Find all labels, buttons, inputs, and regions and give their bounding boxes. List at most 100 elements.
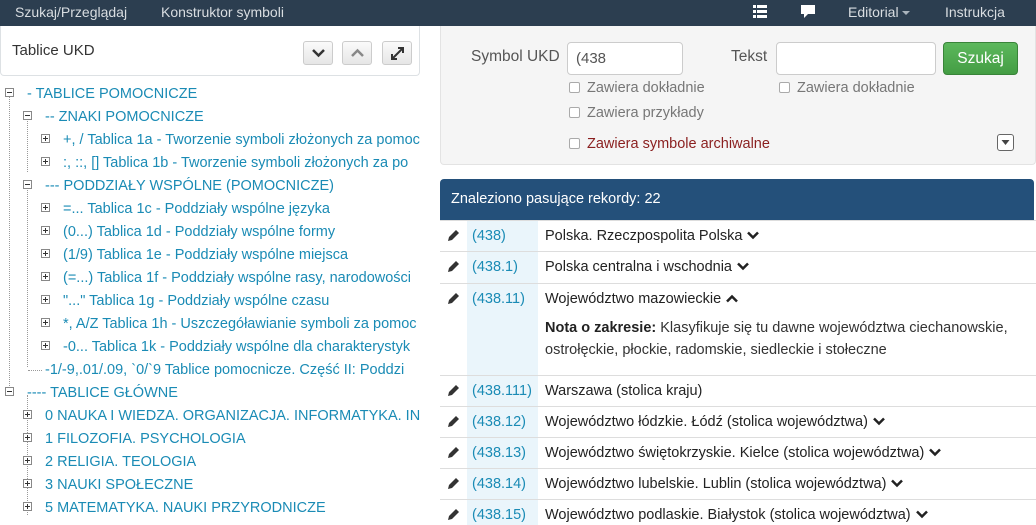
tree-toggle[interactable] [5, 387, 14, 396]
result-row[interactable]: (438.14) Województwo lubelskie. Lublin (… [440, 468, 1036, 499]
tree-node[interactable]: 5 MATEMATYKA. NAUKI PRZYRODNICZE [45, 498, 326, 518]
tree-toggle[interactable] [41, 226, 50, 235]
result-symbol[interactable]: (438.13) [472, 445, 526, 461]
checkbox-box[interactable] [569, 138, 580, 149]
exact-symbol-checkbox[interactable]: Zawiera dokładnie [569, 80, 705, 96]
tree-toggle[interactable] [41, 203, 50, 212]
nav-editorial-label: Editorial [848, 4, 899, 20]
tree-toggle[interactable] [5, 88, 14, 97]
pencil-icon[interactable] [447, 260, 460, 273]
result-row[interactable]: (438.1) Polska centralna i wschodnia [440, 251, 1036, 283]
chevron-down-icon[interactable] [891, 479, 904, 488]
chevron-down-icon[interactable] [747, 231, 760, 240]
tree-node[interactable]: ---- TABLICE GŁÓWNE [27, 383, 178, 403]
nav-editorial[interactable]: Editorial [848, 4, 910, 20]
pencil-icon[interactable] [447, 229, 460, 242]
collapse-all-button[interactable] [303, 41, 333, 65]
tree-toggle[interactable] [23, 479, 32, 488]
toggle-options-button[interactable] [997, 134, 1014, 151]
result-description: Warszawa (stolica kraju) [545, 383, 703, 399]
chevron-down-icon[interactable] [929, 448, 942, 457]
comment-icon[interactable] [801, 5, 815, 21]
tree-node[interactable]: 1 FILOZOFIA. PSYCHOLOGIA [45, 429, 246, 449]
tree-node[interactable]: 3 NAUKI SPOŁECZNE [45, 475, 193, 495]
scope-note: Nota o zakresie: Klasyfikuje się tu dawn… [545, 317, 1035, 361]
tree-node[interactable]: --- PODDZIAŁY WSPÓLNE (POMOCNICZE) [45, 176, 334, 196]
search-button[interactable]: Szukaj [943, 42, 1018, 75]
result-symbol[interactable]: (438.14) [472, 476, 526, 492]
tree-toggle[interactable] [23, 410, 32, 419]
caret-down-icon [901, 11, 910, 16]
chevron-down-icon[interactable] [915, 510, 928, 519]
tree-toggle[interactable] [41, 134, 50, 143]
tree-toggle[interactable] [23, 502, 32, 511]
tree-node[interactable]: 2 RELIGIA. TEOLOGIA [45, 452, 196, 472]
pencil-icon[interactable] [447, 446, 460, 459]
pencil-icon[interactable] [447, 384, 460, 397]
tree-node[interactable]: +, / Tablica 1a - Tworzenie symboli złoż… [63, 130, 420, 150]
tree-toggle[interactable] [41, 318, 50, 327]
tree-node[interactable]: - TABLICE POMOCNICZE [27, 84, 197, 104]
archive-checkbox[interactable]: Zawiera symbole archiwalne [569, 136, 770, 152]
pencil-icon[interactable] [447, 508, 460, 521]
chevron-up-icon [351, 48, 364, 57]
nav-search-browse[interactable]: Szukaj/Przeglądaj [15, 4, 127, 20]
symbol-input[interactable]: (438 [567, 42, 683, 75]
nav-symbol-builder[interactable]: Konstruktor symboli [161, 4, 284, 20]
chevron-up-icon[interactable] [726, 294, 739, 303]
result-description: Polska centralna i wschodnia [545, 259, 749, 275]
result-row[interactable]: (438) Polska. Rzeczpospolita Polska [440, 220, 1036, 251]
result-row[interactable]: (438.13) Województwo świętokrzyskie. Kie… [440, 437, 1036, 468]
pencil-icon[interactable] [447, 292, 460, 305]
tree-toggle[interactable] [23, 433, 32, 442]
result-symbol[interactable]: (438.11) [472, 291, 525, 307]
result-row[interactable]: (438.12) Województwo łódzkie. Łódź (stol… [440, 406, 1036, 437]
tree-toggle[interactable] [41, 249, 50, 258]
tree-node[interactable]: "..." Tablica 1g - Poddziały wspólne cza… [63, 291, 329, 311]
result-symbol[interactable]: (438.1) [472, 259, 518, 275]
tree-toggle[interactable] [41, 295, 50, 304]
result-description: Województwo lubelskie. Lublin (stolica w… [545, 476, 904, 492]
checkbox-box[interactable] [569, 82, 580, 93]
list-icon[interactable] [753, 5, 767, 21]
tree-node[interactable]: -1/-9,.01/.09, `0/`9 Tablice pomocnicze.… [45, 360, 404, 380]
tree-node[interactable]: -- ZNAKI POMOCNICZE [45, 107, 204, 127]
chevron-down-icon[interactable] [737, 262, 749, 271]
result-row[interactable]: (438.11) Województwo mazowieckie Nota o … [440, 283, 1036, 375]
tree-toggle[interactable] [41, 341, 50, 350]
expand-panel-button[interactable] [382, 41, 412, 65]
tree-node[interactable]: =... Tablica 1c - Poddziały wspólne języ… [63, 199, 330, 219]
result-description: Województwo łódzkie. Łódź (stolica wojew… [545, 414, 885, 430]
result-symbol[interactable]: (438.15) [472, 507, 526, 523]
tree-toggle[interactable] [41, 157, 50, 166]
checkbox-box[interactable] [779, 82, 790, 93]
move-up-button[interactable] [342, 41, 372, 65]
result-row[interactable]: (438.15) Województwo podlaskie. Białysto… [440, 499, 1036, 525]
pencil-icon[interactable] [447, 477, 460, 490]
result-symbol[interactable]: (438.111) [472, 383, 532, 399]
result-description: Polska. Rzeczpospolita Polska [545, 228, 760, 244]
nav-instructions[interactable]: Instrukcja [945, 4, 1005, 20]
result-symbol[interactable]: (438) [472, 228, 506, 244]
tree-toggle[interactable] [41, 272, 50, 281]
tree-node[interactable]: (=...) Tablica 1f - Poddziały wspólne ra… [63, 268, 411, 288]
tree-toggle[interactable] [23, 456, 32, 465]
examples-checkbox[interactable]: Zawiera przykłady [569, 105, 704, 121]
tree-toggle[interactable] [23, 180, 32, 189]
checkbox-box[interactable] [569, 107, 580, 118]
result-row[interactable]: (438.111) Warszawa (stolica kraju) [440, 375, 1036, 406]
tree-node[interactable]: *, A/Z Tablica 1h - Uszczegóławianie sym… [63, 314, 417, 334]
tree-header: Tablice UKD [0, 26, 420, 76]
result-symbol[interactable]: (438.12) [472, 414, 526, 430]
text-input[interactable] [776, 42, 936, 75]
tree-node[interactable]: -0... Tablica 1k - Poddziały wspólne dla… [63, 337, 410, 357]
tree-node[interactable]: 0 NAUKA I WIEDZA. ORGANIZACJA. INFORMATY… [45, 406, 420, 426]
exact-text-checkbox[interactable]: Zawiera dokładnie [779, 80, 915, 96]
search-panel: Symbol UKD (438 Tekst Szukaj Zawiera dok… [440, 26, 1036, 165]
tree-node[interactable]: (0...) Tablica 1d - Poddziały wspólne fo… [63, 222, 335, 242]
pencil-icon[interactable] [447, 415, 460, 428]
tree-node[interactable]: (1/9) Tablica 1e - Poddziały wspólne mie… [63, 245, 348, 265]
tree-node[interactable]: :, ::, [] Tablica 1b - Tworzenie symboli… [63, 153, 408, 173]
chevron-down-icon[interactable] [873, 417, 885, 426]
tree-toggle[interactable] [23, 111, 32, 120]
